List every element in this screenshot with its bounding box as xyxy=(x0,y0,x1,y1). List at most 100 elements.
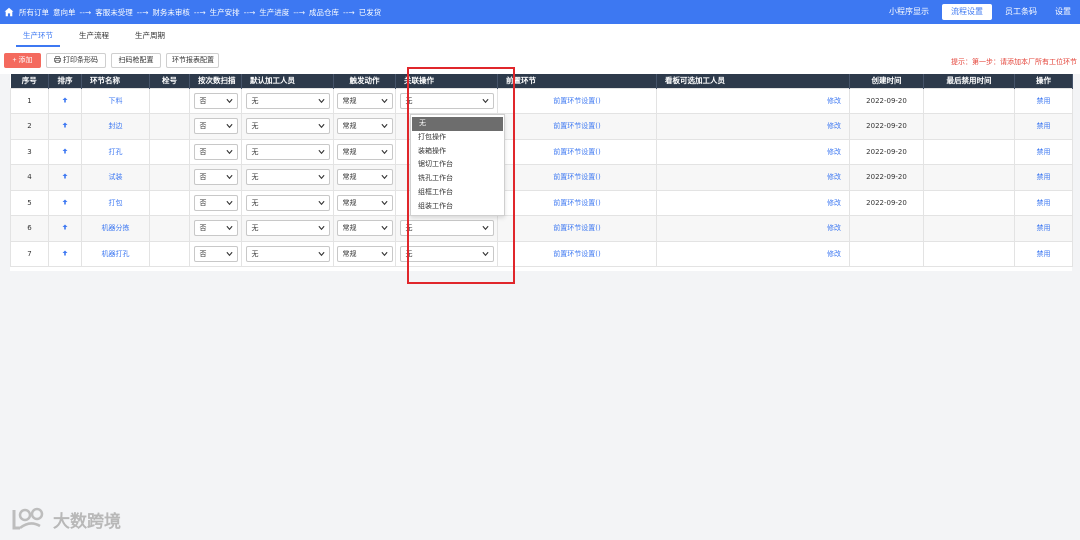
cell-disable-action[interactable]: 禁用 xyxy=(1014,189,1073,216)
dropdown-option-none[interactable]: 无 xyxy=(412,117,503,131)
tab-production-cycle[interactable]: 生产周期 xyxy=(128,27,172,47)
cell-step-name[interactable]: 封边 xyxy=(81,113,150,140)
cell-board-workers-edit[interactable]: 修改 xyxy=(656,189,850,216)
scan-count-select[interactable]: 否 xyxy=(193,143,238,160)
dropdown-option-saw-station[interactable]: 锯切工作台 xyxy=(411,158,504,172)
trigger-select[interactable]: 常规 xyxy=(336,169,393,186)
cell-sort[interactable] xyxy=(48,240,82,267)
add-button[interactable]: + 添加 xyxy=(4,53,41,68)
default-worker-select[interactable]: 无 xyxy=(245,169,330,186)
trigger-select[interactable]: 常规 xyxy=(336,220,393,237)
cell-sort[interactable] xyxy=(48,164,82,191)
default-worker-select[interactable]: 无 xyxy=(245,143,330,160)
cell-pre-step[interactable]: 前置环节设置() xyxy=(497,189,657,216)
trigger-select[interactable]: 常规 xyxy=(336,245,393,262)
trigger-select[interactable]: 常规 xyxy=(336,143,393,160)
nav-employee-barcode[interactable]: 员工条码 xyxy=(996,4,1046,20)
cell-pre-step[interactable]: 前置环节设置() xyxy=(497,113,657,140)
cell-disable-action[interactable]: 禁用 xyxy=(1014,164,1073,191)
crumb-finished-warehouse[interactable]: 成品仓库 xyxy=(309,7,339,18)
cell-sort[interactable] xyxy=(48,87,82,114)
cell-disable-action[interactable]: 禁用 xyxy=(1014,113,1073,140)
cell-board-workers-edit[interactable]: 修改 xyxy=(656,87,850,114)
scan-count-select[interactable]: 否 xyxy=(193,92,238,109)
cell-board-workers-edit[interactable]: 修改 xyxy=(656,164,850,191)
cell-step-name[interactable]: 机器打孔 xyxy=(81,240,150,267)
cell-step-name[interactable]: 打包 xyxy=(81,189,150,216)
cell-pre-step[interactable]: 前置环节设置() xyxy=(497,240,657,267)
cell-pre-step[interactable]: 前置环节设置() xyxy=(497,138,657,165)
crumb-production-progress[interactable]: 生产进度 xyxy=(259,7,289,18)
report-config-button[interactable]: 环节报表配置 xyxy=(166,53,219,68)
sort-arrow-icon[interactable] xyxy=(62,97,68,103)
cell-disable-action[interactable]: 禁用 xyxy=(1014,240,1073,267)
default-worker-select[interactable]: 无 xyxy=(245,245,330,262)
cell-board-workers-edit[interactable]: 修改 xyxy=(656,113,850,140)
default-worker-select[interactable]: 无 xyxy=(245,92,330,109)
cell-board-workers-edit[interactable]: 修改 xyxy=(656,240,850,267)
scan-count-select[interactable]: 否 xyxy=(193,245,238,262)
tab-production-flow[interactable]: 生产流程 xyxy=(72,27,116,47)
sort-arrow-icon[interactable] xyxy=(62,148,68,154)
scan-count-select[interactable]: 否 xyxy=(193,220,238,237)
crumb-intent-orders[interactable]: 意向单 xyxy=(53,7,76,18)
dropdown-option-assembly-station[interactable]: 组装工作台 xyxy=(411,200,504,214)
dropdown-option-mill-station[interactable]: 铣孔工作台 xyxy=(411,172,504,186)
cell-pre-step[interactable]: 前置环节设置() xyxy=(497,87,657,114)
default-worker-select[interactable]: 无 xyxy=(245,118,330,135)
default-worker-select[interactable]: 无 xyxy=(245,220,330,237)
home-icon[interactable] xyxy=(3,6,15,18)
linked-action-select[interactable]: 无 xyxy=(399,220,494,237)
cell-last-disabled xyxy=(923,113,1015,140)
nav-process-settings[interactable]: 流程设置 xyxy=(942,4,992,20)
cell-board-workers-edit[interactable]: 修改 xyxy=(656,138,850,165)
cell-disable-action[interactable]: 禁用 xyxy=(1014,215,1073,242)
scanner-config-button[interactable]: 扫码枪配置 xyxy=(111,53,161,68)
cell-step-name[interactable]: 下料 xyxy=(81,87,150,114)
scan-count-select[interactable]: 否 xyxy=(193,169,238,186)
cell-sort[interactable] xyxy=(48,215,82,242)
print-barcode-button[interactable]: 打印条形码 xyxy=(46,53,106,68)
cell-sort[interactable] xyxy=(48,138,82,165)
scan-count-select[interactable]: 否 xyxy=(193,194,238,211)
trigger-select[interactable]: 常规 xyxy=(336,194,393,211)
crumb-all-orders[interactable]: 所有订单 xyxy=(19,7,49,18)
trigger-select[interactable]: 常规 xyxy=(336,92,393,109)
scan-count-select[interactable]: 否 xyxy=(193,118,238,135)
crumb-separator: --→ xyxy=(193,7,206,17)
nav-miniprogram-display[interactable]: 小程序显示 xyxy=(880,4,938,20)
dropdown-option-pack[interactable]: 打包操作 xyxy=(411,131,504,145)
col-header-scan-count: 按次数扫描 xyxy=(189,74,242,88)
cell-step-name[interactable]: 机器分拣 xyxy=(81,215,150,242)
cell-scan-count: 否 xyxy=(189,189,242,216)
cell-disable-action[interactable]: 禁用 xyxy=(1014,87,1073,114)
cell-pre-step[interactable]: 前置环节设置() xyxy=(497,215,657,242)
nav-settings[interactable]: 设置 xyxy=(1046,4,1080,20)
linked-action-select[interactable]: 无 xyxy=(399,92,494,109)
sort-arrow-icon[interactable] xyxy=(62,173,68,179)
sort-arrow-icon[interactable] xyxy=(62,250,68,256)
dropdown-option-frame-station[interactable]: 组框工作台 xyxy=(411,186,504,200)
cell-disable-action[interactable]: 禁用 xyxy=(1014,138,1073,165)
linked-action-select[interactable]: 无 xyxy=(399,245,494,262)
dropdown-option-box[interactable]: 装箱操作 xyxy=(411,145,504,159)
cell-board-workers-edit[interactable]: 修改 xyxy=(656,215,850,242)
sort-arrow-icon[interactable] xyxy=(62,224,68,230)
sort-arrow-icon[interactable] xyxy=(62,122,68,128)
tab-production-steps[interactable]: 生产环节 xyxy=(16,27,60,47)
default-worker-select[interactable]: 无 xyxy=(245,194,330,211)
trigger-select[interactable]: 常规 xyxy=(336,118,393,135)
cell-step-name[interactable]: 试装 xyxy=(81,164,150,191)
cell-created: 2022-09-20 xyxy=(849,164,924,191)
crumb-finance-pending[interactable]: 财务未审核 xyxy=(152,7,190,18)
crumb-production-plan[interactable]: 生产安排 xyxy=(210,7,240,18)
cell-default-worker: 无 xyxy=(241,113,334,140)
cell-sort[interactable] xyxy=(48,113,82,140)
crumb-shipped[interactable]: 已发货 xyxy=(359,7,382,18)
cell-pre-step[interactable]: 前置环节设置() xyxy=(497,164,657,191)
crumb-service-pending[interactable]: 客服未受理 xyxy=(95,7,133,18)
cell-step-name[interactable]: 打孔 xyxy=(81,138,150,165)
cell-sort[interactable] xyxy=(48,189,82,216)
sort-arrow-icon[interactable] xyxy=(62,199,68,205)
col-header-last-disabled: 最后禁用时间 xyxy=(923,74,1015,88)
